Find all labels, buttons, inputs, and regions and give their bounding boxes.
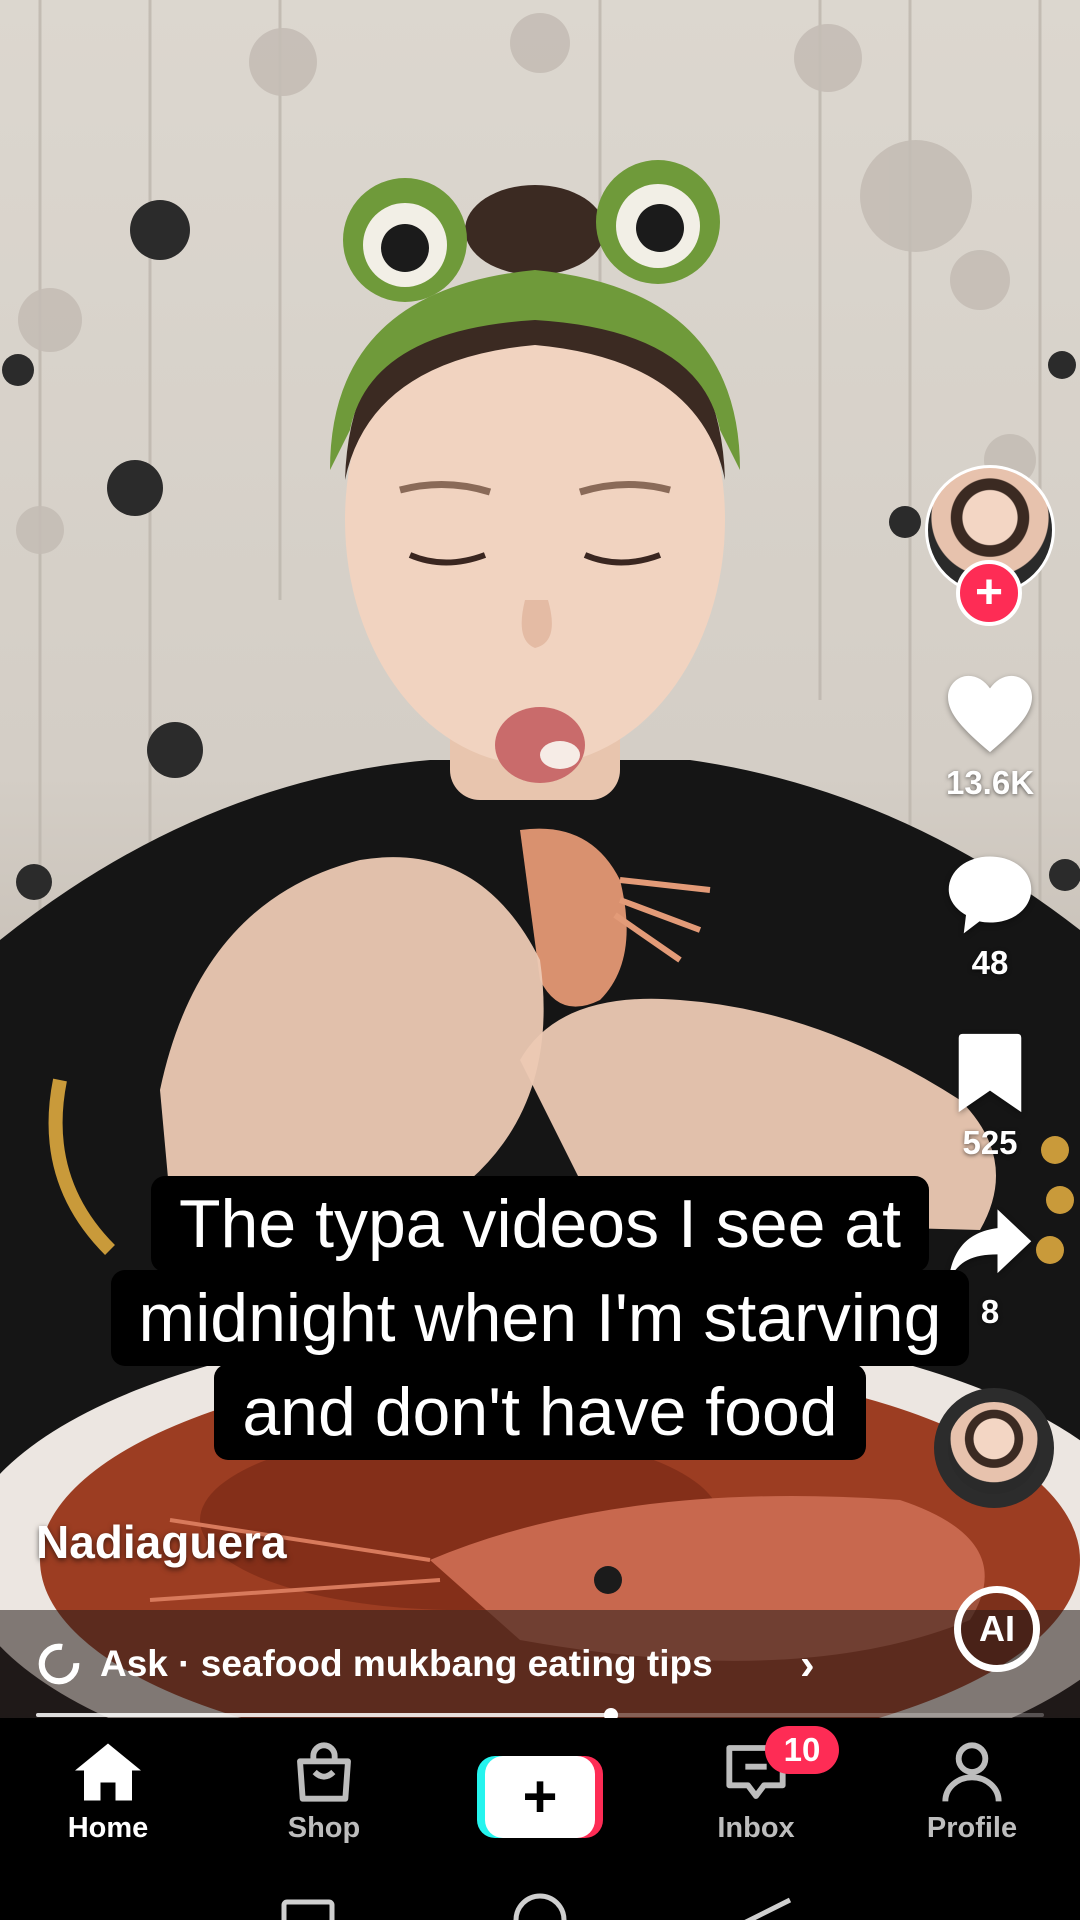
nav-inbox[interactable]: Inbox 10 bbox=[648, 1718, 864, 1850]
nav-create[interactable]: + bbox=[432, 1718, 648, 1850]
ask-suggestion-text: Ask · seafood mukbang eating tips bbox=[100, 1643, 713, 1684]
ask-search-bar[interactable]: Ask · seafood mukbang eating tips › bbox=[0, 1610, 1080, 1718]
comment-count: 48 bbox=[971, 944, 1009, 981]
nav-shop-label: Shop bbox=[287, 1812, 361, 1844]
tiktok-screen: + 13.6K 48 525 8 The typa videos I see a… bbox=[0, 0, 1080, 1920]
recents-icon[interactable] bbox=[281, 1899, 335, 1920]
like-count: 13.6K bbox=[945, 764, 1035, 801]
video-player[interactable] bbox=[0, 0, 1080, 1718]
comment-button[interactable]: 48 bbox=[930, 852, 1050, 982]
profile-icon bbox=[942, 1742, 1002, 1802]
system-navigation-bar bbox=[0, 1850, 1080, 1920]
follow-button[interactable]: + bbox=[956, 560, 1022, 626]
ask-spinner-icon bbox=[38, 1643, 80, 1685]
inbox-badge: 10 bbox=[765, 1726, 839, 1774]
comment-icon bbox=[948, 856, 1032, 934]
video-progress-bar[interactable] bbox=[36, 1708, 1044, 1722]
author-username[interactable]: Nadiaguera bbox=[36, 1515, 287, 1569]
create-button[interactable]: + bbox=[477, 1756, 603, 1838]
caption-line: midnight when I'm starving bbox=[110, 1270, 970, 1366]
nav-profile-label: Profile bbox=[926, 1812, 1018, 1844]
nav-home[interactable]: Home bbox=[0, 1718, 216, 1850]
caption-line: The typa videos I see at bbox=[151, 1176, 929, 1272]
bookmark-button[interactable]: 525 bbox=[930, 1030, 1050, 1162]
nav-home-label: Home bbox=[67, 1812, 149, 1844]
shop-bag-icon bbox=[297, 1742, 351, 1802]
bookmark-count: 525 bbox=[962, 1124, 1018, 1161]
nav-inbox-label: Inbox bbox=[717, 1812, 795, 1844]
bottom-navigation: Home Shop + Inbox 10 Profile bbox=[0, 1718, 1080, 1850]
chevron-right-icon: › bbox=[800, 1640, 815, 1689]
back-icon[interactable] bbox=[744, 1897, 792, 1920]
nav-profile[interactable]: Profile bbox=[864, 1718, 1080, 1850]
plus-icon: + bbox=[485, 1756, 595, 1838]
home-icon bbox=[75, 1743, 141, 1801]
video-frame-illustration bbox=[0, 0, 1080, 1718]
heart-icon bbox=[948, 675, 1032, 753]
like-button[interactable]: 13.6K bbox=[930, 672, 1050, 802]
bookmark-icon bbox=[958, 1033, 1022, 1113]
home-circle-icon[interactable] bbox=[513, 1893, 567, 1920]
progress-fill bbox=[36, 1713, 611, 1717]
ai-assistant-button[interactable]: AI bbox=[954, 1586, 1040, 1672]
nav-shop[interactable]: Shop bbox=[216, 1718, 432, 1850]
video-caption-overlay: The typa videos I see at midnight when I… bbox=[0, 1176, 1080, 1460]
caption-line: and don't have food bbox=[214, 1364, 866, 1460]
